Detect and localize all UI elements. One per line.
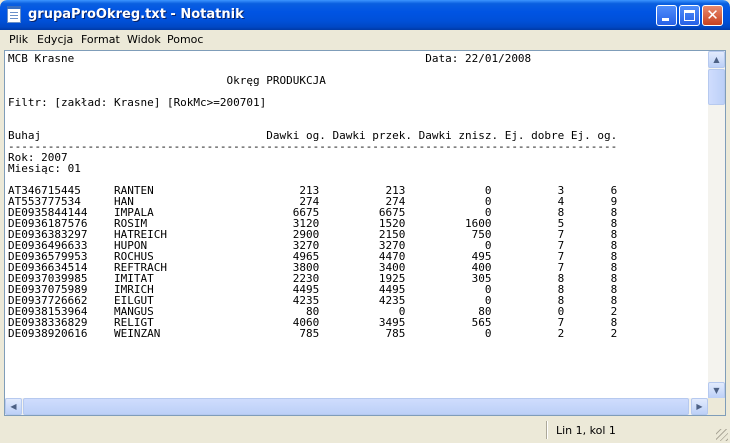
vertical-scrollbar[interactable]: ▲ ▼ <box>708 51 725 399</box>
text-line[interactable]: Miesiąc: 01 <box>8 162 81 175</box>
close-icon: ✕ <box>706 6 719 24</box>
vertical-scroll-thumb[interactable] <box>708 69 725 105</box>
minimize-icon <box>662 18 669 21</box>
arrow-down-icon: ▼ <box>713 386 720 395</box>
cursor-position: Lin 1, kol 1 <box>556 424 616 437</box>
scroll-down-button[interactable]: ▼ <box>708 382 725 399</box>
menu-format[interactable]: Format <box>81 33 120 46</box>
scroll-up-button[interactable]: ▲ <box>708 51 725 68</box>
menu-help[interactable]: Pomoc <box>167 33 203 46</box>
document-text[interactable]: MCB Krasne Data: 22/01/2008 Okręg PRODUK… <box>5 51 708 339</box>
resize-grip-icon[interactable] <box>716 429 728 441</box>
window-title: grupaProOkreg.txt - Notatnik <box>28 7 244 22</box>
arrow-left-icon: ◀ <box>10 402 17 411</box>
scroll-right-button[interactable]: ▶ <box>691 398 708 415</box>
notepad-window: grupaProOkreg.txt - Notatnik ✕ Plik Edyc… <box>0 0 730 443</box>
maximize-icon <box>684 10 695 21</box>
arrow-up-icon: ▲ <box>713 55 720 64</box>
status-bar: Lin 1, kol 1 <box>0 418 730 443</box>
title-bar[interactable]: grupaProOkreg.txt - Notatnik ✕ <box>0 0 730 30</box>
menu-edit[interactable]: Edycja <box>37 33 73 46</box>
close-button[interactable]: ✕ <box>702 5 723 26</box>
text-line[interactable]: DE0938920616 WEINZAN 785 785 0 2 2 <box>8 327 617 340</box>
horizontal-scrollbar[interactable]: ◀ ▶ <box>5 398 708 415</box>
arrow-right-icon: ▶ <box>696 402 703 411</box>
maximize-button[interactable] <box>679 5 700 26</box>
scroll-left-button[interactable]: ◀ <box>5 398 22 415</box>
text-line[interactable]: Okręg PRODUKCJA <box>8 74 326 87</box>
text-content-area[interactable]: MCB Krasne Data: 22/01/2008 Okręg PRODUK… <box>5 51 708 399</box>
text-line[interactable]: ----------------------------------------… <box>8 140 617 153</box>
text-editor[interactable]: MCB Krasne Data: 22/01/2008 Okręg PRODUK… <box>4 50 726 416</box>
minimize-button[interactable] <box>656 5 677 26</box>
text-line[interactable]: MCB Krasne Data: 22/01/2008 <box>8 52 531 65</box>
menu-file[interactable]: Plik <box>9 33 28 46</box>
notepad-icon[interactable] <box>7 6 21 23</box>
scrollbar-corner <box>708 398 725 415</box>
text-line[interactable]: Filtr: [zakład: Krasne] [RokMc>=200701] <box>8 96 266 109</box>
menu-view[interactable]: Widok <box>127 33 161 46</box>
menu-bar: Plik Edycja Format Widok Pomoc <box>0 30 730 50</box>
status-separator <box>546 421 548 439</box>
horizontal-scroll-thumb[interactable] <box>23 398 689 415</box>
